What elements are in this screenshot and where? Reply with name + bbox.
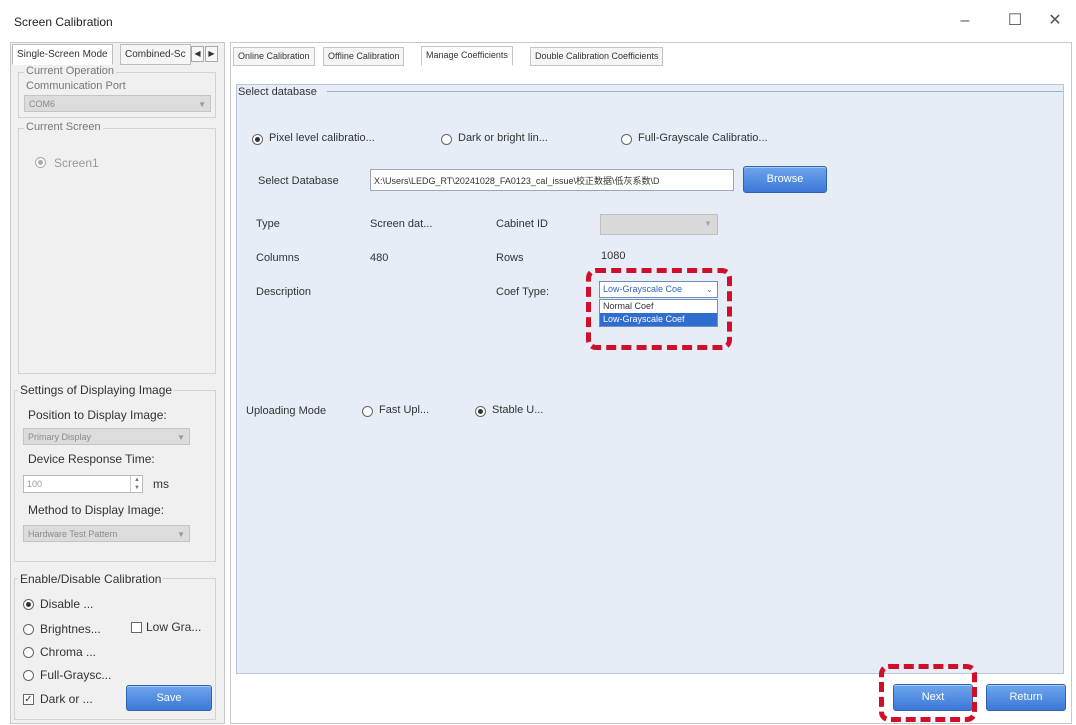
disable-label: Disable ... — [40, 597, 94, 611]
coef-type-label: Coef Type: — [496, 286, 549, 298]
full-grayscale-radio[interactable] — [621, 134, 632, 145]
chroma-label: Chroma ... — [40, 645, 97, 659]
select-database-group-label: Select database — [238, 86, 317, 98]
communication-port-select: COM6 ▼ — [24, 95, 211, 112]
dark-bright-radio[interactable] — [441, 134, 452, 145]
type-value: Screen dat... — [370, 218, 433, 230]
fast-upload-radio[interactable] — [362, 406, 373, 417]
chroma-radio[interactable] — [23, 647, 34, 658]
low-gray-label: Low Gra... — [146, 620, 202, 634]
tab-online-calibration[interactable]: Online Calibration — [233, 47, 315, 66]
communication-port-value: COM6 — [29, 99, 56, 109]
dark-bright-label: Dark or bright lin... — [458, 132, 548, 144]
stable-upload-label: Stable U... — [492, 404, 544, 416]
highlight-box-coef-type — [586, 268, 732, 350]
browse-button[interactable]: Browse — [743, 166, 827, 193]
brightness-label: Brightnes... — [40, 622, 101, 636]
spinner-arrows-icon: ▲ ▼ — [130, 476, 143, 492]
rows-value: 1080 — [601, 250, 626, 262]
columns-value: 480 — [370, 252, 389, 264]
position-display-select: Primary Display ▼ — [23, 428, 190, 445]
brightness-radio[interactable] — [23, 624, 34, 635]
maximize-icon[interactable]: ☐ — [1000, 8, 1030, 34]
chevron-down-icon: ▼ — [198, 100, 206, 109]
rows-label: Rows — [496, 252, 524, 264]
display-method-select: Hardware Test Pattern ▼ — [23, 525, 190, 542]
stable-upload-radio[interactable] — [475, 406, 486, 417]
tab-combined-screen[interactable]: Combined-Sc — [120, 44, 191, 65]
response-time-label: Device Response Time: — [28, 452, 155, 466]
current-screen-group — [18, 128, 216, 374]
save-button[interactable]: Save — [126, 685, 212, 711]
screen1-label: Screen1 — [54, 156, 99, 170]
current-screen-label: Current Screen — [24, 121, 103, 133]
tab-offline-calibration[interactable]: Offline Calibration — [323, 47, 405, 66]
pixel-level-label: Pixel level calibratio... — [269, 132, 375, 144]
position-display-value: Primary Display — [28, 432, 92, 442]
select-database-label: Select Database — [258, 175, 339, 187]
group-divider — [327, 91, 1063, 92]
database-path-input[interactable]: X:\Users\LEDG_RT\20241028_FA0123_cal_iss… — [370, 169, 734, 191]
pixel-level-radio[interactable] — [252, 134, 263, 145]
low-gray-checkbox[interactable] — [131, 622, 142, 633]
communication-port-label: Communication Port — [24, 80, 128, 92]
calibration-group-label: Enable/Disable Calibration — [18, 572, 164, 586]
full-gray-radio[interactable] — [23, 670, 34, 681]
cabinet-id-label: Cabinet ID — [496, 218, 548, 230]
type-label: Type — [256, 218, 280, 230]
minimize-icon[interactable]: – — [950, 8, 980, 34]
return-button[interactable]: Return — [986, 684, 1066, 711]
dark-or-checkbox[interactable]: ✓ — [23, 694, 34, 705]
fast-upload-label: Fast Upl... — [379, 404, 430, 416]
display-method-value: Hardware Test Pattern — [28, 529, 118, 539]
title-bar: Screen Calibration – ☐ ✕ — [0, 0, 1076, 42]
screen1-radio — [35, 157, 46, 168]
full-gray-label: Full-Graysc... — [40, 668, 112, 682]
chevron-down-icon: ▼ — [177, 530, 185, 539]
tab-scroll-right-icon[interactable]: ▶ — [205, 46, 218, 62]
uploading-mode-label: Uploading Mode — [246, 405, 327, 417]
cabinet-id-select: ▼ — [600, 214, 718, 235]
chevron-down-icon: ▼ — [177, 433, 185, 442]
tab-manage-coefficients[interactable]: Manage Coefficients — [421, 46, 513, 66]
chevron-down-icon: ▼ — [704, 219, 712, 228]
position-display-label: Position to Display Image: — [28, 408, 167, 422]
window-title: Screen Calibration — [14, 15, 113, 29]
close-icon[interactable]: ✕ — [1040, 8, 1070, 34]
tab-single-screen-mode[interactable]: Single-Screen Mode — [12, 44, 113, 65]
disable-radio[interactable] — [23, 599, 34, 610]
description-label: Description — [256, 286, 312, 298]
response-time-unit: ms — [153, 477, 169, 491]
current-operation-label: Current Operation — [24, 65, 117, 77]
highlight-box-next — [879, 664, 977, 722]
tab-double-calibration-coefficients[interactable]: Double Calibration Coefficients — [530, 47, 664, 66]
dark-or-label: Dark or ... — [40, 692, 93, 706]
display-method-label: Method to Display Image: — [28, 503, 165, 517]
display-settings-label: Settings of Displaying Image — [18, 383, 175, 397]
response-time-value: 100 — [27, 479, 43, 489]
full-grayscale-label: Full-Grayscale Calibratio... — [638, 132, 768, 144]
response-time-input: 100 — [23, 475, 143, 493]
tab-scroll-left-icon[interactable]: ◀ — [191, 46, 204, 62]
columns-label: Columns — [256, 252, 300, 264]
